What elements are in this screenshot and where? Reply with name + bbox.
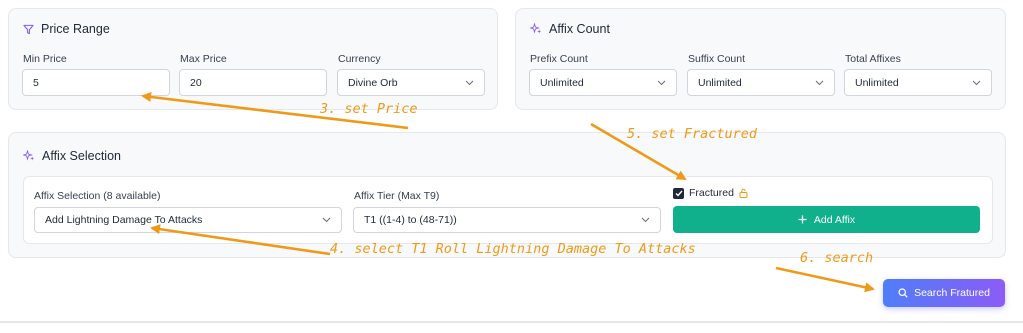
- min-price-value: 5: [33, 76, 39, 89]
- check-icon: [675, 190, 683, 197]
- chevron-down-icon: [972, 80, 981, 85]
- chevron-down-icon: [465, 80, 474, 85]
- plus-icon: [798, 215, 807, 224]
- annotation-step3: 3. set Price: [320, 101, 418, 117]
- chevron-down-icon: [322, 217, 331, 223]
- prefix-count-label: Prefix Count: [530, 53, 588, 65]
- filter-icon: [23, 24, 34, 34]
- suffix-count-label: Suffix Count: [688, 53, 746, 65]
- add-affix-label: Add Affix: [813, 213, 856, 226]
- min-price-label: Min Price: [23, 53, 67, 65]
- price-range-title: Price Range: [23, 22, 110, 36]
- add-affix-button[interactable]: Add Affix: [673, 206, 980, 233]
- sparkles-icon: [530, 23, 542, 34]
- affix-count-panel: Affix Count Prefix Count Unlimited Suffi…: [515, 8, 1006, 110]
- max-price-value: 20: [190, 76, 202, 89]
- currency-select[interactable]: Divine Orb: [337, 69, 485, 96]
- bottom-divider: [0, 321, 1023, 323]
- affix-tier-select[interactable]: T1 ((1-4) to (48-71)): [353, 207, 661, 233]
- prefix-count-value: Unlimited: [540, 76, 584, 89]
- total-affixes-value: Unlimited: [855, 76, 899, 89]
- search-fractured-label: Search Fratured: [914, 287, 990, 299]
- fractured-checkbox-row[interactable]: Fractured: [673, 187, 748, 199]
- affix-selection-panel: Affix Selection Affix Selection (8 avail…: [8, 132, 1006, 258]
- search-icon: [898, 288, 908, 298]
- affix-tier-label: Affix Tier (Max T9): [354, 190, 440, 202]
- sparkles-icon: [23, 150, 35, 161]
- annotation-step4: 4. select T1 Roll Lightning Damage To At…: [330, 241, 696, 257]
- affix-count-title: Affix Count: [530, 22, 610, 36]
- price-range-panel: Price Range Min Price 5 Max Price 20 Cur…: [8, 8, 498, 110]
- affix-selection-card: Affix Selection (8 available) Add Lightn…: [23, 176, 993, 244]
- affix-selection-select[interactable]: Add Lightning Damage To Attacks: [34, 207, 342, 233]
- chevron-down-icon: [657, 80, 666, 85]
- affix-selection-title: Affix Selection: [23, 149, 121, 163]
- annotation-step6: 6. search: [800, 250, 874, 266]
- lock-icon: [739, 188, 748, 198]
- affix-selection-title-text: Affix Selection: [42, 149, 121, 163]
- affix-selection-value: Add Lightning Damage To Attacks: [45, 214, 203, 226]
- search-fractured-button[interactable]: Search Fratured: [883, 279, 1005, 307]
- arrow-step6: [775, 266, 875, 293]
- fractured-label: Fractured: [689, 187, 734, 199]
- price-range-title-text: Price Range: [41, 22, 110, 36]
- prefix-count-select[interactable]: Unlimited: [529, 69, 677, 96]
- total-affixes-label: Total Affixes: [845, 53, 901, 65]
- chevron-down-icon: [641, 217, 650, 223]
- chevron-down-icon: [815, 80, 824, 85]
- annotation-step5: 5. set Fractured: [627, 126, 758, 142]
- currency-value: Divine Orb: [348, 76, 398, 89]
- affix-selection-label: Affix Selection (8 available): [34, 190, 161, 202]
- total-affixes-select[interactable]: Unlimited: [844, 69, 992, 96]
- suffix-count-select[interactable]: Unlimited: [687, 69, 835, 96]
- currency-label: Currency: [338, 53, 381, 65]
- max-price-input[interactable]: 20: [179, 69, 327, 96]
- affix-tier-value: T1 ((1-4) to (48-71)): [364, 214, 457, 226]
- min-price-input[interactable]: 5: [22, 69, 170, 96]
- fractured-checkbox[interactable]: [673, 187, 684, 199]
- max-price-label: Max Price: [180, 53, 227, 65]
- affix-count-title-text: Affix Count: [549, 22, 610, 36]
- suffix-count-value: Unlimited: [698, 76, 742, 89]
